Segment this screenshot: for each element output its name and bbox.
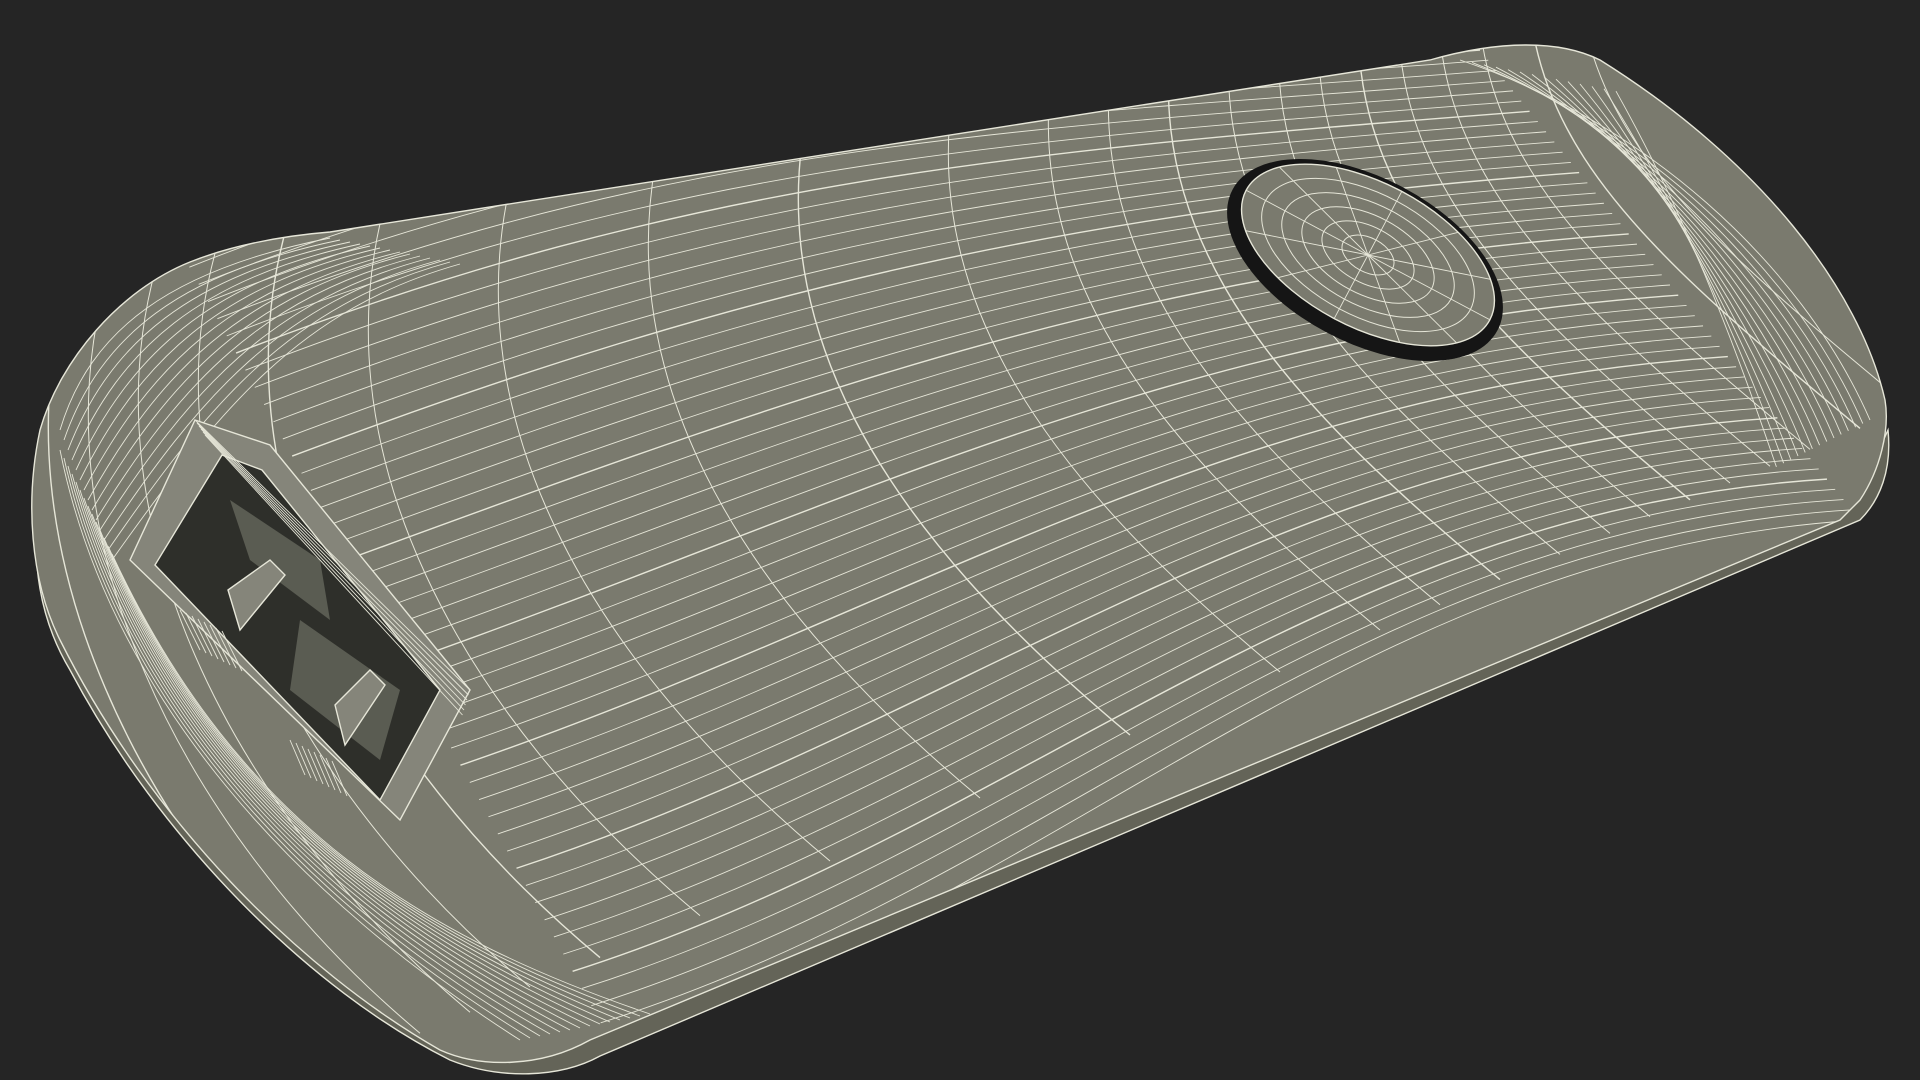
wireframe-render	[31, 44, 1890, 1075]
viewport	[0, 0, 1920, 1080]
